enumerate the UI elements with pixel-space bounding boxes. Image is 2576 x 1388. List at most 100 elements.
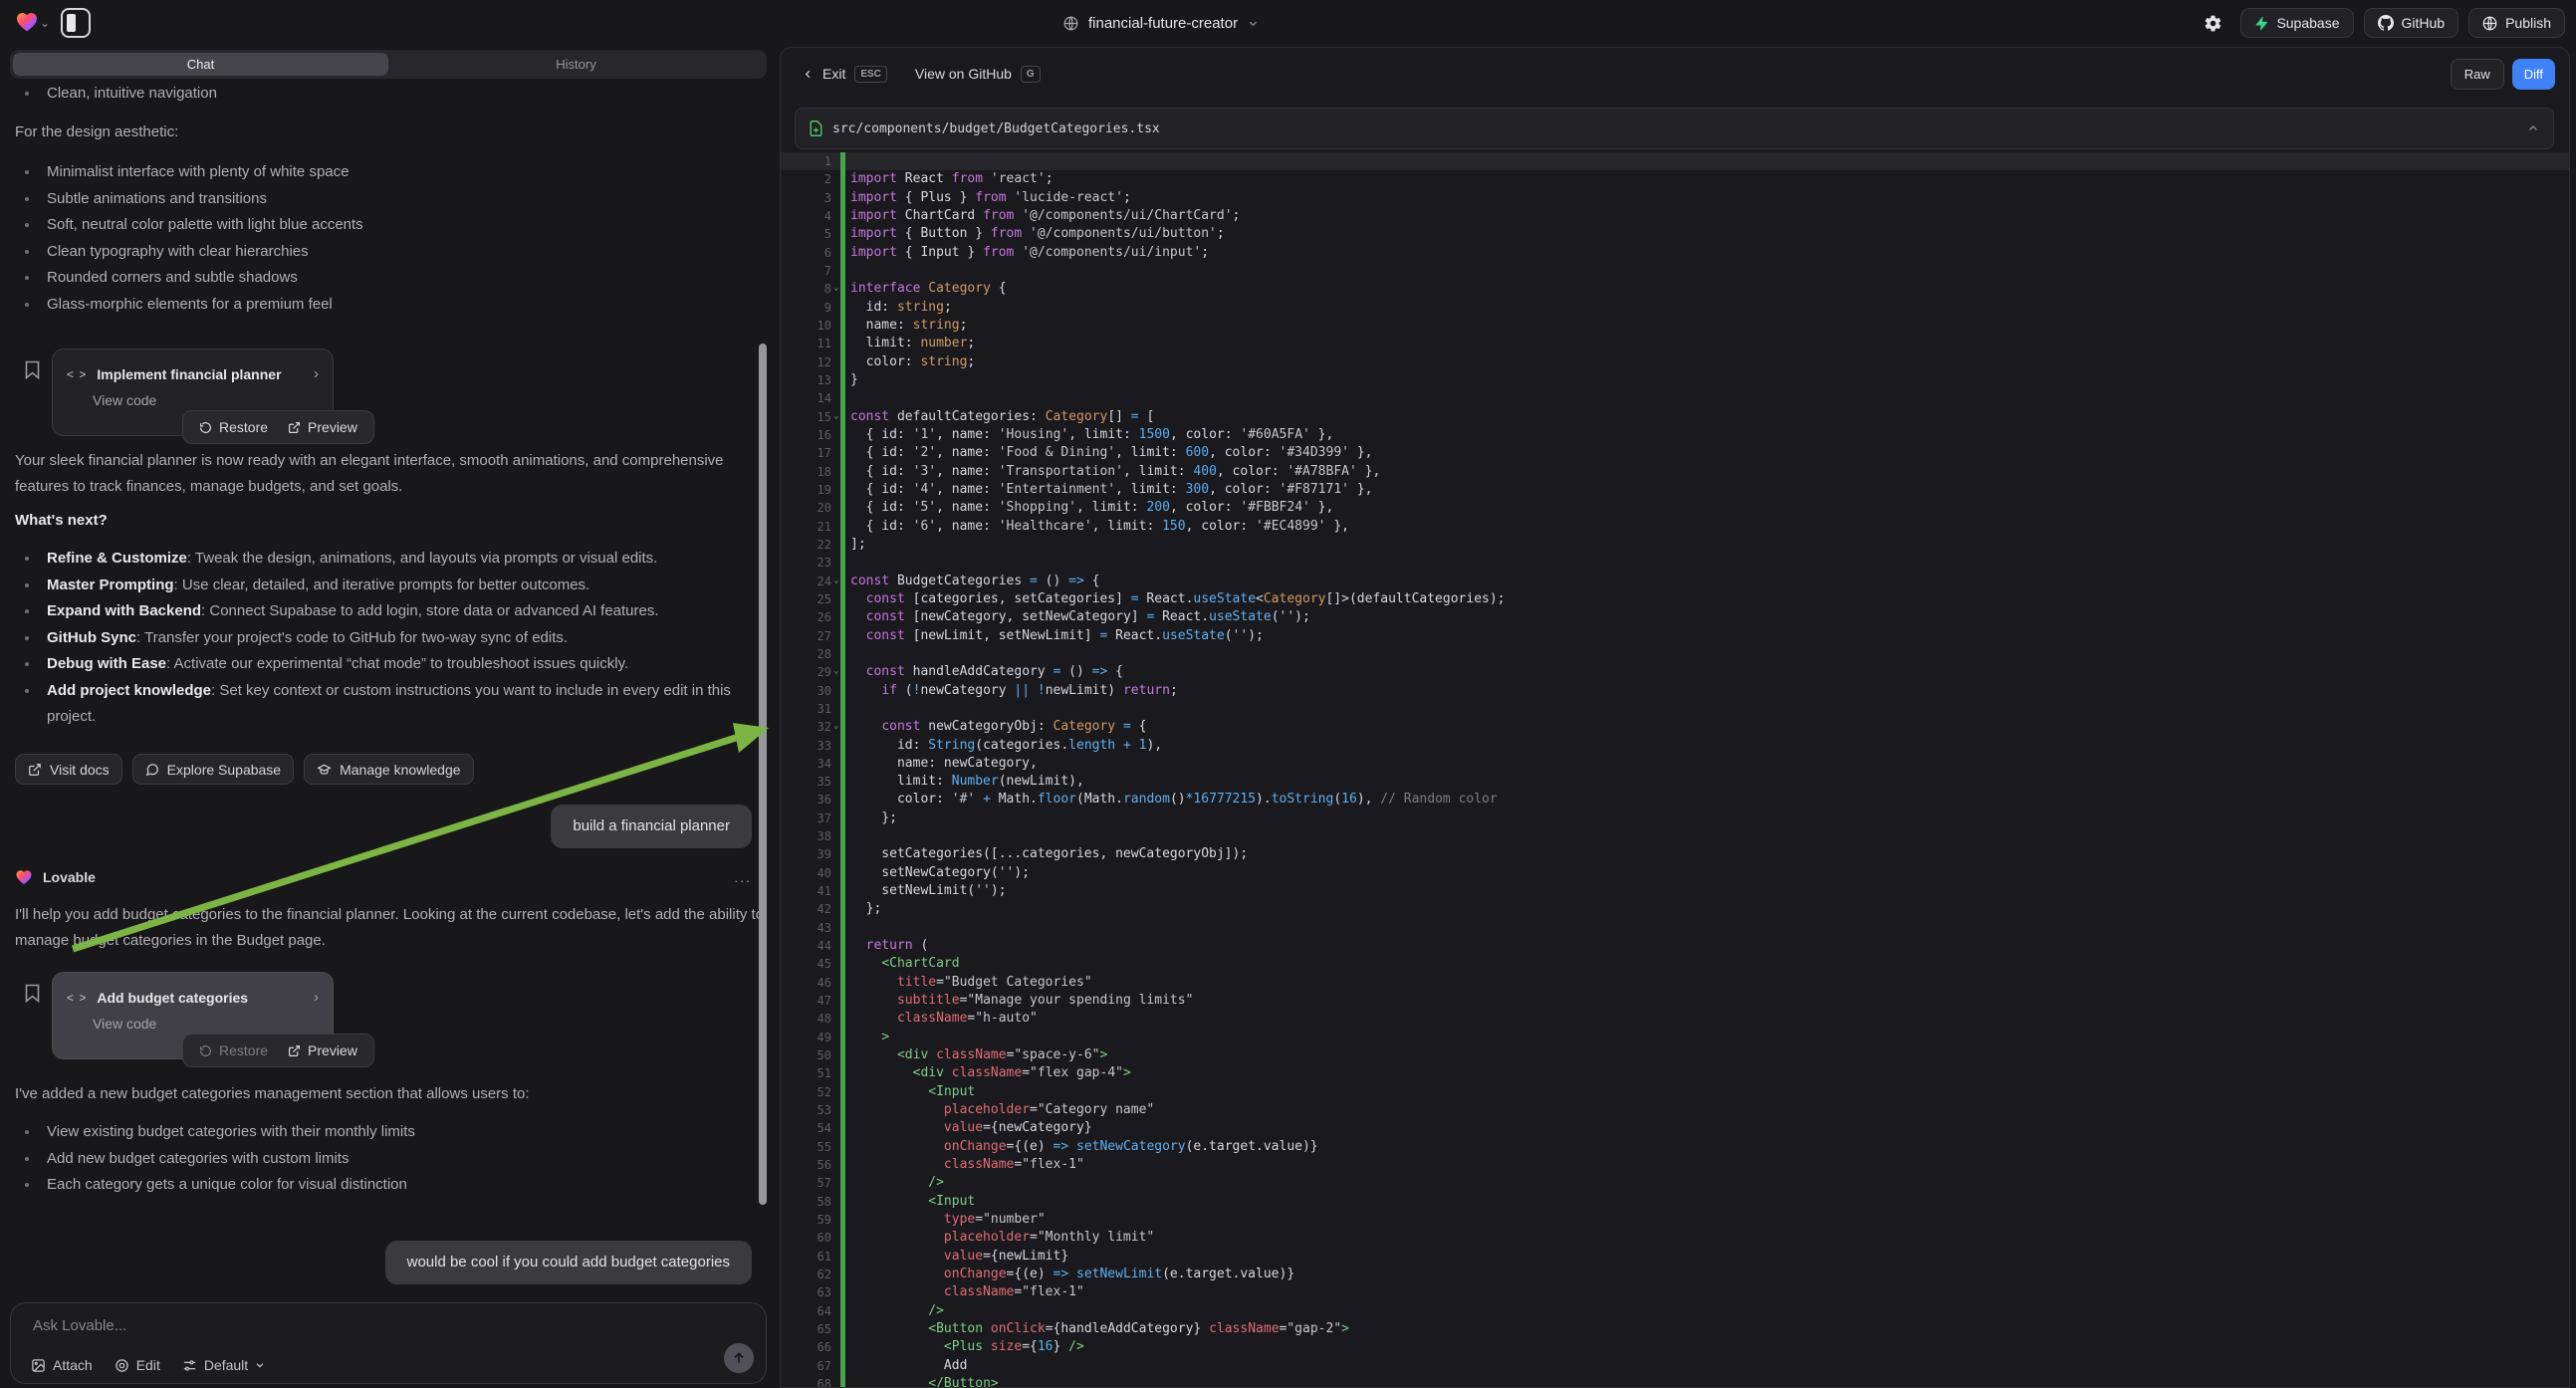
code-view-header: Exit ESC View on GitHub G Raw Diff xyxy=(781,48,2569,100)
explore-supabase-button[interactable]: Explore Supabase xyxy=(132,754,294,785)
line-number: 3 xyxy=(781,189,831,207)
line-number: 26 xyxy=(781,608,831,626)
sliders-icon xyxy=(182,1358,197,1373)
settings-gear-icon[interactable] xyxy=(2196,8,2230,38)
code-line: 31 xyxy=(781,700,2569,718)
line-number: 39 xyxy=(781,845,831,863)
code-line: 17 { id: '2', name: 'Food & Dining', lim… xyxy=(781,444,2569,462)
edit-button[interactable]: Edit xyxy=(115,1357,160,1373)
line-number: 11 xyxy=(781,335,831,352)
code-line: 10 name: string; xyxy=(781,317,2569,335)
line-number: 10 xyxy=(781,317,831,335)
list-item: Glass-morphic elements for a premium fee… xyxy=(15,292,742,319)
preview-button[interactable]: Preview xyxy=(278,419,367,435)
code-line: 8⌄interface Category { xyxy=(781,280,2569,298)
restore-icon xyxy=(199,1044,212,1057)
code-line: 2import React from 'react'; xyxy=(781,170,2569,188)
visit-docs-button[interactable]: Visit docs xyxy=(15,754,122,785)
line-number: 2 xyxy=(781,170,831,188)
chat-composer[interactable]: Ask Lovable... Attach Edit Default xyxy=(10,1302,767,1384)
assistant-name: Lovable xyxy=(43,869,96,885)
code-line: 6import { Input } from '@/components/ui/… xyxy=(781,244,2569,262)
restore-preview-toolbar: Restore Preview xyxy=(182,410,374,444)
attach-button[interactable]: Attach xyxy=(31,1357,93,1373)
fold-chevron-icon[interactable]: ⌄ xyxy=(833,572,838,589)
code-icon: < > xyxy=(67,367,87,381)
message-menu-button[interactable]: ... xyxy=(734,869,752,885)
line-number: 56 xyxy=(781,1156,831,1174)
code-line: 4import ChartCard from '@/components/ui/… xyxy=(781,207,2569,225)
supabase-button[interactable]: Supabase xyxy=(2240,8,2353,38)
line-number: 66 xyxy=(781,1338,831,1356)
line-number: 37 xyxy=(781,810,831,827)
line-number: 61 xyxy=(781,1248,831,1266)
line-number: 18 xyxy=(781,463,831,481)
send-button[interactable] xyxy=(724,1343,754,1373)
line-number: 52 xyxy=(781,1083,831,1101)
line-number: 28 xyxy=(781,645,831,663)
line-number: 42 xyxy=(781,900,831,918)
chevron-right-icon: › xyxy=(314,989,319,1006)
tab-history[interactable]: History xyxy=(388,53,764,76)
code-line: 20 { id: '5', name: 'Shopping', limit: 2… xyxy=(781,499,2569,517)
line-number: 27 xyxy=(781,627,831,645)
code-line: 42 }; xyxy=(781,900,2569,918)
code-line: 13} xyxy=(781,371,2569,389)
line-number: 51 xyxy=(781,1064,831,1082)
publish-button[interactable]: Publish xyxy=(2468,8,2565,38)
line-number: 55 xyxy=(781,1138,831,1156)
restore-button[interactable]: Restore xyxy=(189,1042,278,1058)
fold-chevron-icon[interactable]: ⌄ xyxy=(833,662,838,680)
code-line: 11 limit: number; xyxy=(781,335,2569,352)
restore-button[interactable]: Restore xyxy=(189,419,278,435)
code-line: 49 > xyxy=(781,1029,2569,1046)
line-number: 44 xyxy=(781,937,831,955)
code-line: 61 value={newLimit} xyxy=(781,1248,2569,1266)
project-switcher[interactable]: financial-future-creator xyxy=(1063,0,1259,46)
collapse-chevron-up-icon[interactable] xyxy=(2527,122,2539,134)
chat-scrollbar[interactable] xyxy=(759,344,767,1205)
intro-bullet-list: Clean, intuitive navigation xyxy=(15,81,742,108)
code-line: 58 <Input xyxy=(781,1193,2569,1211)
bookmark-icon[interactable] xyxy=(25,360,40,379)
chevron-left-icon xyxy=(803,69,814,80)
file-path: src/components/budget/BudgetCategories.t… xyxy=(832,121,1160,136)
composer-input[interactable]: Ask Lovable... xyxy=(33,1317,126,1334)
github-button[interactable]: GitHub xyxy=(2364,8,2459,38)
view-code-link[interactable]: View code xyxy=(53,382,333,408)
view-code-link[interactable]: View code xyxy=(53,1006,333,1032)
view-on-github-button[interactable]: View on GitHub G xyxy=(915,66,1041,83)
line-number: 22 xyxy=(781,536,831,554)
code-line: 47 subtitle="Manage your spending limits… xyxy=(781,992,2569,1010)
tab-chat[interactable]: Chat xyxy=(13,53,388,76)
mode-selector[interactable]: Default xyxy=(182,1357,265,1373)
publish-globe-icon xyxy=(2482,16,2497,31)
code-line: 27 const [newLimit, setNewLimit] = React… xyxy=(781,627,2569,645)
bookmark-icon[interactable] xyxy=(25,984,40,1003)
code-editor[interactable]: 12import React from 'react';3import { Pl… xyxy=(781,152,2569,1388)
line-number: 16 xyxy=(781,426,831,444)
fold-chevron-icon[interactable]: ⌄ xyxy=(833,407,838,425)
manage-knowledge-button[interactable]: Manage knowledge xyxy=(304,754,473,785)
raw-button[interactable]: Raw xyxy=(2451,59,2504,90)
code-line: 66 <Plus size={16} /> xyxy=(781,1338,2569,1356)
code-line: 40 setNewCategory(''); xyxy=(781,864,2569,882)
preview-button[interactable]: Preview xyxy=(278,1042,367,1058)
line-number: 20 xyxy=(781,499,831,517)
code-line: 24⌄const BudgetCategories = () => { xyxy=(781,573,2569,590)
assistant-header: Lovable ... xyxy=(15,868,752,886)
line-number: 59 xyxy=(781,1211,831,1229)
line-number: 64 xyxy=(781,1302,831,1320)
code-line: 68 </Button> xyxy=(781,1375,2569,1388)
line-number: 38 xyxy=(781,827,831,845)
code-line: 36 color: '#' + Math.floor(Math.random()… xyxy=(781,791,2569,809)
fold-chevron-icon[interactable]: ⌄ xyxy=(833,279,838,297)
external-link-icon xyxy=(28,763,42,777)
code-line: 21 { id: '6', name: 'Healthcare', limit:… xyxy=(781,518,2569,536)
line-number: 36 xyxy=(781,791,831,809)
file-path-bar[interactable]: src/components/budget/BudgetCategories.t… xyxy=(795,108,2554,149)
fold-chevron-icon[interactable]: ⌄ xyxy=(833,717,838,735)
exit-button[interactable]: Exit ESC xyxy=(803,66,887,83)
diff-button[interactable]: Diff xyxy=(2512,59,2555,90)
line-number: 33 xyxy=(781,737,831,755)
